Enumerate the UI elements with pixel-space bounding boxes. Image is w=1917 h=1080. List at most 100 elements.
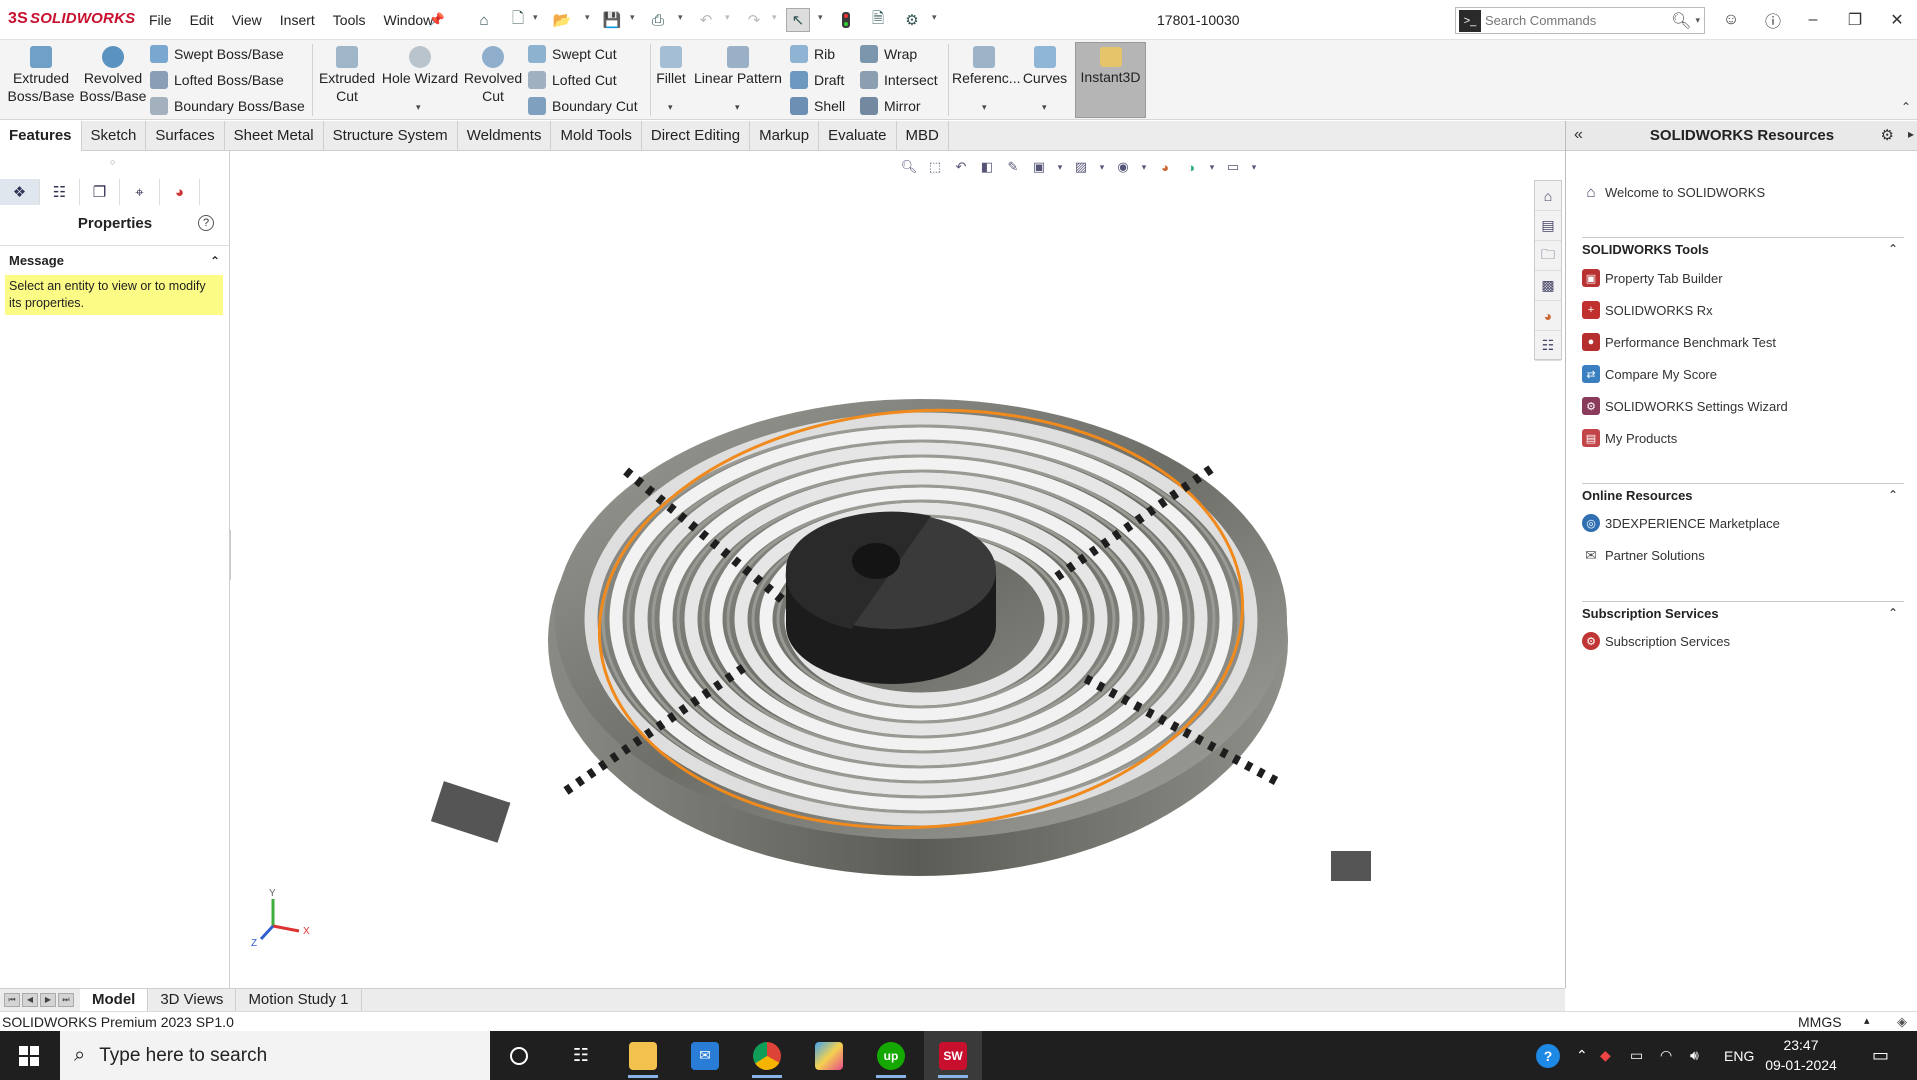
fillet-button[interactable]: Fillet bbox=[654, 44, 688, 87]
close-icon[interactable]: ✕ bbox=[1884, 8, 1910, 32]
extruded-boss-button[interactable]: Extruded Boss/Base bbox=[6, 44, 76, 105]
user-account-icon[interactable]: ☺ bbox=[1718, 8, 1744, 32]
settings-gear-icon[interactable]: ⚙ bbox=[1881, 126, 1894, 144]
tab-motion-study[interactable]: Motion Study 1 bbox=[236, 989, 362, 1011]
tab-features[interactable]: Features bbox=[0, 121, 82, 151]
undo-dropdown-icon[interactable]: ▾ bbox=[725, 12, 730, 23]
configuration-manager-icon[interactable]: ❐ bbox=[80, 179, 120, 205]
reference-dropdown-icon[interactable]: ▾ bbox=[982, 102, 987, 113]
taskbar-paint[interactable] bbox=[800, 1031, 858, 1080]
dynamic-annotation-icon[interactable]: ✎ bbox=[1003, 157, 1023, 177]
view-settings-icon[interactable]: ▭ bbox=[1223, 157, 1243, 177]
last-tab-icon[interactable]: ⏭ bbox=[58, 993, 74, 1007]
show-hidden-icons[interactable]: ⌃ bbox=[1576, 1031, 1588, 1080]
lofted-boss-button[interactable]: Lofted Boss/Base bbox=[150, 68, 284, 92]
linear-pattern-button[interactable]: Linear Pattern bbox=[692, 44, 784, 87]
tab-evaluate[interactable]: Evaluate bbox=[819, 121, 897, 151]
taskbar-mail[interactable]: ✉ bbox=[676, 1031, 734, 1080]
start-button[interactable] bbox=[0, 1031, 58, 1080]
menu-edit[interactable]: Edit bbox=[181, 12, 223, 28]
help-icon[interactable]: ⓘ bbox=[1760, 8, 1786, 32]
new-dropdown-icon[interactable]: ▾ bbox=[533, 12, 538, 23]
tool-item-compare-score[interactable]: ⇄ Compare My Score bbox=[1582, 363, 1717, 385]
save-dropdown-icon[interactable]: ▾ bbox=[630, 12, 635, 23]
shell-button[interactable]: Shell bbox=[790, 94, 845, 118]
tab-surfaces[interactable]: Surfaces bbox=[146, 121, 225, 151]
lofted-cut-button[interactable]: Lofted Cut bbox=[528, 68, 617, 92]
custom-properties-icon[interactable]: ☷ bbox=[1535, 331, 1561, 361]
zoom-to-area-icon[interactable]: ⬚ bbox=[925, 157, 945, 177]
section-view-icon[interactable]: ◧ bbox=[977, 157, 997, 177]
status-notification-icon[interactable]: ◈ bbox=[1897, 1014, 1907, 1030]
view-orientation-dropdown-icon[interactable]: ▾ bbox=[1055, 157, 1065, 177]
subscription-item[interactable]: ⚙ Subscription Services bbox=[1582, 630, 1730, 652]
dimxpert-manager-icon[interactable]: ⌖ bbox=[120, 179, 160, 205]
search-dropdown-icon[interactable]: ▾ bbox=[1695, 15, 1700, 26]
swept-boss-button[interactable]: Swept Boss/Base bbox=[150, 42, 284, 66]
previous-tab-icon[interactable]: ◀ bbox=[22, 993, 38, 1007]
extruded-cut-button[interactable]: Extruded Cut bbox=[316, 44, 378, 105]
pin-icon[interactable]: 📌 bbox=[425, 8, 449, 32]
tab-sketch[interactable]: Sketch bbox=[82, 121, 147, 151]
boundary-cut-button[interactable]: Boundary Cut bbox=[528, 94, 638, 118]
linear-pattern-dropdown-icon[interactable]: ▾ bbox=[735, 102, 740, 113]
display-style-dropdown-icon[interactable]: ▾ bbox=[1097, 157, 1107, 177]
display-manager-icon[interactable]: ◕ bbox=[160, 179, 200, 205]
view-orientation-icon[interactable]: ▣ bbox=[1029, 157, 1049, 177]
input-language[interactable]: ENG bbox=[1724, 1031, 1754, 1080]
subscription-section-header[interactable]: Subscription Services ⌃ bbox=[1582, 601, 1904, 625]
edit-appearance-icon[interactable]: ◕ bbox=[1155, 157, 1175, 177]
taskbar-solidworks[interactable]: SW bbox=[924, 1031, 982, 1080]
restore-icon[interactable]: ❐ bbox=[1842, 8, 1868, 32]
tool-item-solidworks-rx[interactable]: + SOLIDWORKS Rx bbox=[1582, 299, 1713, 321]
select-pointer-icon[interactable]: ↖ bbox=[786, 8, 810, 32]
model-view[interactable]: Y X Z bbox=[231, 151, 1565, 988]
unit-system[interactable]: MMGS bbox=[1798, 1014, 1842, 1030]
hide-show-items-icon[interactable]: ◉ bbox=[1113, 157, 1133, 177]
search-input[interactable]: Search Commands bbox=[1485, 13, 1671, 28]
wifi-icon[interactable]: ◠ bbox=[1660, 1031, 1672, 1080]
apply-scene-icon[interactable]: ◑ bbox=[1181, 157, 1201, 177]
reference-geometry-button[interactable]: Referenc... bbox=[952, 44, 1020, 87]
new-document-icon[interactable]: 🗋 bbox=[506, 8, 530, 32]
collapse-ribbon-icon[interactable]: ⌃ bbox=[1901, 100, 1911, 114]
cortana-button[interactable] bbox=[490, 1031, 548, 1080]
help-icon[interactable]: ? bbox=[198, 215, 214, 231]
open-dropdown-icon[interactable]: ▾ bbox=[585, 12, 590, 23]
wrap-button[interactable]: Wrap bbox=[860, 42, 917, 66]
mirror-button[interactable]: Mirror bbox=[860, 94, 921, 118]
coil-heater-model[interactable] bbox=[430, 389, 1371, 881]
next-tab-icon[interactable]: ▶ bbox=[40, 993, 56, 1007]
tab-structure-system[interactable]: Structure System bbox=[324, 121, 458, 151]
previous-view-icon[interactable]: ↶ bbox=[951, 157, 971, 177]
menu-tools[interactable]: Tools bbox=[324, 12, 375, 28]
resources-home-icon[interactable]: ⌂ bbox=[1535, 181, 1561, 211]
taskbar-file-explorer[interactable] bbox=[614, 1031, 672, 1080]
unit-system-dropdown-icon[interactable]: ▴ bbox=[1864, 1014, 1870, 1027]
panel-drag-handle[interactable]: ○ bbox=[110, 157, 115, 167]
online-item-marketplace[interactable]: ◎ 3DEXPERIENCE Marketplace bbox=[1582, 512, 1780, 534]
revolved-boss-button[interactable]: Revolved Boss/Base bbox=[78, 44, 148, 105]
menu-view[interactable]: View bbox=[223, 12, 271, 28]
save-icon[interactable]: 💾 bbox=[600, 8, 624, 32]
curves-button[interactable]: Curves bbox=[1018, 44, 1072, 87]
taskbar-clock[interactable]: 23:47 09-01-2024 bbox=[1762, 1035, 1840, 1075]
taskbar-chrome[interactable] bbox=[738, 1031, 796, 1080]
collapse-chevron-icon[interactable]: ⌃ bbox=[1888, 606, 1898, 620]
design-library-icon[interactable]: ▤ bbox=[1535, 211, 1561, 241]
home-icon[interactable]: ⌂ bbox=[472, 8, 496, 32]
welcome-link[interactable]: ⌂ Welcome to SOLIDWORKS bbox=[1582, 181, 1765, 203]
tools-section-header[interactable]: SOLIDWORKS Tools ⌃ bbox=[1582, 237, 1904, 261]
solidworks-logo[interactable]: 3S SOLIDWORKS bbox=[8, 10, 135, 28]
tool-item-benchmark[interactable]: ● Performance Benchmark Test bbox=[1582, 331, 1776, 353]
message-section-header[interactable]: Message ⌃ bbox=[0, 245, 230, 275]
undo-icon[interactable]: ↶ bbox=[694, 8, 718, 32]
options-dropdown-icon[interactable]: ▾ bbox=[932, 12, 937, 23]
instant3d-button[interactable]: Instant3D bbox=[1075, 42, 1146, 118]
security-tray-icon[interactable]: ◆ bbox=[1600, 1031, 1611, 1080]
online-item-partner-solutions[interactable]: ✉ Partner Solutions bbox=[1582, 544, 1705, 566]
taskbar-search-input[interactable]: Type here to search bbox=[99, 1045, 267, 1067]
minimize-icon[interactable]: – bbox=[1800, 8, 1826, 32]
tab-3d-views[interactable]: 3D Views bbox=[148, 989, 237, 1011]
tab-weldments[interactable]: Weldments bbox=[458, 121, 552, 151]
